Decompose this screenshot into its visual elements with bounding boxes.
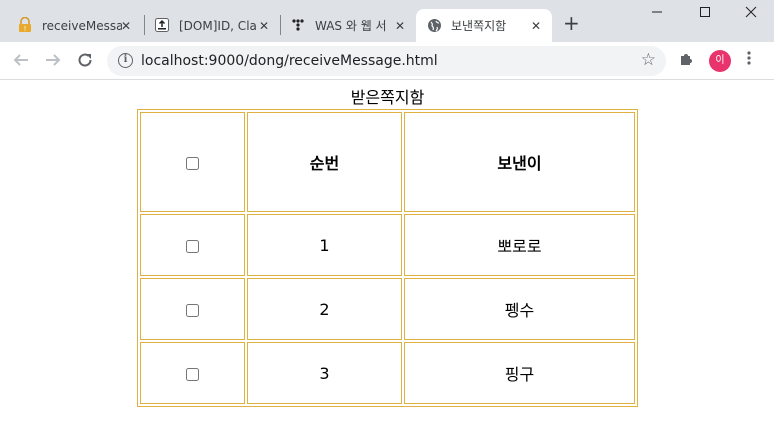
- row-sender: 핑구: [404, 342, 635, 404]
- table-caption: 받은쪽지함: [350, 88, 425, 107]
- tab-separator: [144, 15, 145, 35]
- profile-avatar[interactable]: 이: [709, 50, 731, 72]
- lock-warning-icon: !: [18, 16, 32, 33]
- row-checkbox[interactable]: [186, 303, 199, 317]
- menu-kebab-icon[interactable]: [747, 50, 751, 70]
- browser-toolbar: i localhost:9000/dong/receiveMessage.htm…: [0, 42, 774, 80]
- row-sender: 뽀로로: [404, 214, 635, 276]
- tab-sent-messages[interactable]: 보낸쪽지함 ✕: [416, 9, 552, 42]
- close-icon[interactable]: ✕: [121, 19, 131, 33]
- row-check-cell: [140, 342, 245, 404]
- header-check-cell: [140, 112, 245, 212]
- tab-dom-id[interactable]: [DOM]ID, Cla ✕: [146, 9, 278, 42]
- select-all-checkbox[interactable]: [186, 156, 199, 170]
- header-number: 순번: [247, 112, 402, 212]
- upload-icon: [155, 18, 169, 32]
- back-button[interactable]: [12, 51, 30, 74]
- url-text[interactable]: localhost:9000/dong/receiveMessage.html: [141, 53, 438, 69]
- star-icon[interactable]: ☆: [641, 50, 656, 70]
- extensions-icon[interactable]: [678, 51, 694, 71]
- window-close-button[interactable]: [745, 6, 757, 22]
- row-checkbox[interactable]: [186, 367, 199, 381]
- tab-title: 보낸쪽지함: [451, 19, 507, 33]
- table-row: 2 펭수: [140, 278, 635, 340]
- tab-was-web[interactable]: WAS 와 웹 서 ✕: [282, 9, 414, 42]
- row-check-cell: [140, 278, 245, 340]
- maximize-button[interactable]: [699, 6, 711, 22]
- svg-text:!: !: [24, 25, 27, 33]
- message-table: 순번 보낸이 1 뽀로로 2 펭수 3 핑구: [137, 109, 638, 407]
- tab-separator: [280, 15, 281, 35]
- row-sender: 펭수: [404, 278, 635, 340]
- forward-button[interactable]: [44, 51, 62, 74]
- dots-icon: [291, 18, 305, 32]
- table-header-row: 순번 보낸이: [140, 112, 635, 212]
- tab-title: [DOM]ID, Cla: [179, 18, 257, 33]
- tab-strip: ! receiveMessa ✕ [DOM]ID, Cla ✕ WAS 와 웹 …: [0, 0, 774, 42]
- tab-receive-message[interactable]: ! receiveMessa ✕: [8, 9, 142, 42]
- info-icon[interactable]: i: [118, 53, 133, 68]
- row-number: 2: [247, 278, 402, 340]
- close-icon[interactable]: ✕: [531, 19, 541, 33]
- row-number: 1: [247, 214, 402, 276]
- close-icon[interactable]: ✕: [259, 19, 269, 33]
- minimize-button[interactable]: [651, 6, 663, 22]
- row-number: 3: [247, 342, 402, 404]
- reload-button[interactable]: [76, 51, 94, 74]
- row-checkbox[interactable]: [186, 239, 199, 253]
- row-check-cell: [140, 214, 245, 276]
- table-row: 3 핑구: [140, 342, 635, 404]
- header-sender: 보낸이: [404, 112, 635, 212]
- tab-title: WAS 와 웹 서: [315, 19, 387, 33]
- globe-icon: [427, 18, 442, 33]
- close-icon[interactable]: ✕: [395, 19, 405, 33]
- address-bar[interactable]: i localhost:9000/dong/receiveMessage.htm…: [107, 46, 666, 76]
- new-tab-button[interactable]: +: [563, 13, 580, 33]
- table-row: 1 뽀로로: [140, 214, 635, 276]
- page-content: 받은쪽지함 순번 보낸이 1 뽀로로 2 펭수 3 핑구: [0, 80, 774, 436]
- tab-title: receiveMessa: [42, 18, 122, 33]
